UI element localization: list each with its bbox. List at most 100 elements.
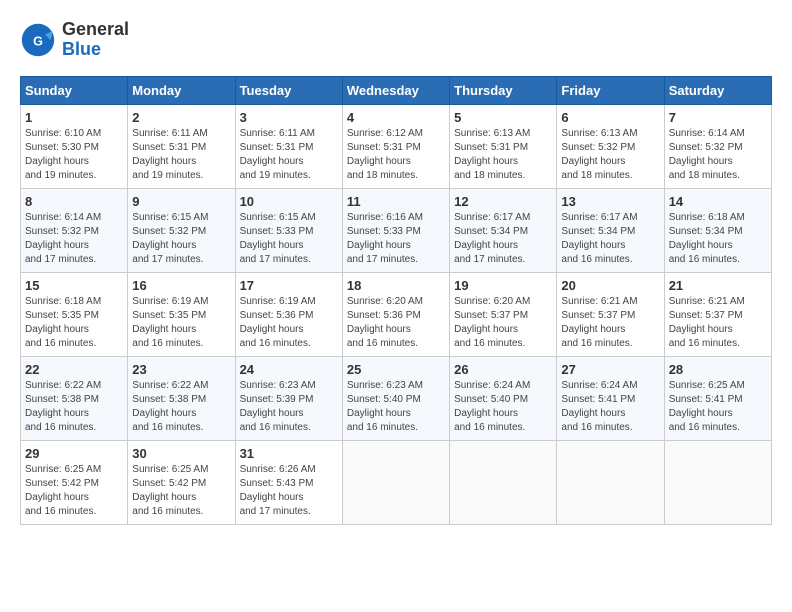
calendar-cell: 3 Sunrise: 6:11 AM Sunset: 5:31 PM Dayli… <box>235 104 342 188</box>
day-info: Sunrise: 6:10 AM Sunset: 5:30 PM Dayligh… <box>25 127 123 183</box>
day-number: 10 <box>240 194 338 209</box>
day-number: 11 <box>347 194 445 209</box>
calendar-cell: 27 Sunrise: 6:24 AM Sunset: 5:41 PM Dayl… <box>557 356 664 440</box>
calendar-cell <box>664 440 771 524</box>
calendar-cell <box>450 440 557 524</box>
calendar-cell: 10 Sunrise: 6:15 AM Sunset: 5:33 PM Dayl… <box>235 188 342 272</box>
calendar-cell: 17 Sunrise: 6:19 AM Sunset: 5:36 PM Dayl… <box>235 272 342 356</box>
day-number: 26 <box>454 362 552 377</box>
calendar-cell: 4 Sunrise: 6:12 AM Sunset: 5:31 PM Dayli… <box>342 104 449 188</box>
day-number: 14 <box>669 194 767 209</box>
day-number: 21 <box>669 278 767 293</box>
day-number: 24 <box>240 362 338 377</box>
calendar-cell: 25 Sunrise: 6:23 AM Sunset: 5:40 PM Dayl… <box>342 356 449 440</box>
day-info: Sunrise: 6:23 AM Sunset: 5:39 PM Dayligh… <box>240 379 338 435</box>
day-number: 8 <box>25 194 123 209</box>
calendar-cell: 9 Sunrise: 6:15 AM Sunset: 5:32 PM Dayli… <box>128 188 235 272</box>
day-info: Sunrise: 6:14 AM Sunset: 5:32 PM Dayligh… <box>25 211 123 267</box>
header: G General Blue <box>20 20 772 60</box>
calendar-cell: 7 Sunrise: 6:14 AM Sunset: 5:32 PM Dayli… <box>664 104 771 188</box>
day-info: Sunrise: 6:25 AM Sunset: 5:41 PM Dayligh… <box>669 379 767 435</box>
calendar-cell: 30 Sunrise: 6:25 AM Sunset: 5:42 PM Dayl… <box>128 440 235 524</box>
calendar-cell: 22 Sunrise: 6:22 AM Sunset: 5:38 PM Dayl… <box>21 356 128 440</box>
logo: G General Blue <box>20 20 129 60</box>
calendar-week-row: 1 Sunrise: 6:10 AM Sunset: 5:30 PM Dayli… <box>21 104 772 188</box>
day-info: Sunrise: 6:20 AM Sunset: 5:37 PM Dayligh… <box>454 295 552 351</box>
day-info: Sunrise: 6:23 AM Sunset: 5:40 PM Dayligh… <box>347 379 445 435</box>
calendar-cell: 26 Sunrise: 6:24 AM Sunset: 5:40 PM Dayl… <box>450 356 557 440</box>
day-info: Sunrise: 6:18 AM Sunset: 5:34 PM Dayligh… <box>669 211 767 267</box>
day-info: Sunrise: 6:12 AM Sunset: 5:31 PM Dayligh… <box>347 127 445 183</box>
day-number: 16 <box>132 278 230 293</box>
day-number: 28 <box>669 362 767 377</box>
calendar-cell: 29 Sunrise: 6:25 AM Sunset: 5:42 PM Dayl… <box>21 440 128 524</box>
logo-text: General Blue <box>62 20 129 60</box>
header-wednesday: Wednesday <box>342 76 449 104</box>
calendar-cell: 1 Sunrise: 6:10 AM Sunset: 5:30 PM Dayli… <box>21 104 128 188</box>
day-info: Sunrise: 6:20 AM Sunset: 5:36 PM Dayligh… <box>347 295 445 351</box>
calendar-cell: 28 Sunrise: 6:25 AM Sunset: 5:41 PM Dayl… <box>664 356 771 440</box>
day-number: 1 <box>25 110 123 125</box>
calendar-cell <box>342 440 449 524</box>
calendar-cell: 8 Sunrise: 6:14 AM Sunset: 5:32 PM Dayli… <box>21 188 128 272</box>
header-friday: Friday <box>557 76 664 104</box>
day-info: Sunrise: 6:21 AM Sunset: 5:37 PM Dayligh… <box>669 295 767 351</box>
day-number: 6 <box>561 110 659 125</box>
day-number: 17 <box>240 278 338 293</box>
calendar-cell: 21 Sunrise: 6:21 AM Sunset: 5:37 PM Dayl… <box>664 272 771 356</box>
header-saturday: Saturday <box>664 76 771 104</box>
day-info: Sunrise: 6:15 AM Sunset: 5:32 PM Dayligh… <box>132 211 230 267</box>
calendar-cell <box>557 440 664 524</box>
day-info: Sunrise: 6:22 AM Sunset: 5:38 PM Dayligh… <box>132 379 230 435</box>
calendar-table: SundayMondayTuesdayWednesdayThursdayFrid… <box>20 76 772 525</box>
day-info: Sunrise: 6:24 AM Sunset: 5:40 PM Dayligh… <box>454 379 552 435</box>
day-number: 12 <box>454 194 552 209</box>
day-number: 30 <box>132 446 230 461</box>
day-info: Sunrise: 6:18 AM Sunset: 5:35 PM Dayligh… <box>25 295 123 351</box>
calendar-cell: 31 Sunrise: 6:26 AM Sunset: 5:43 PM Dayl… <box>235 440 342 524</box>
day-number: 13 <box>561 194 659 209</box>
day-number: 31 <box>240 446 338 461</box>
calendar-cell: 2 Sunrise: 6:11 AM Sunset: 5:31 PM Dayli… <box>128 104 235 188</box>
calendar-cell: 11 Sunrise: 6:16 AM Sunset: 5:33 PM Dayl… <box>342 188 449 272</box>
day-number: 4 <box>347 110 445 125</box>
day-info: Sunrise: 6:15 AM Sunset: 5:33 PM Dayligh… <box>240 211 338 267</box>
header-tuesday: Tuesday <box>235 76 342 104</box>
day-info: Sunrise: 6:17 AM Sunset: 5:34 PM Dayligh… <box>561 211 659 267</box>
day-info: Sunrise: 6:25 AM Sunset: 5:42 PM Dayligh… <box>132 463 230 519</box>
day-number: 27 <box>561 362 659 377</box>
calendar-cell: 13 Sunrise: 6:17 AM Sunset: 5:34 PM Dayl… <box>557 188 664 272</box>
day-info: Sunrise: 6:25 AM Sunset: 5:42 PM Dayligh… <box>25 463 123 519</box>
svg-text:G: G <box>33 34 43 48</box>
day-number: 2 <box>132 110 230 125</box>
day-info: Sunrise: 6:19 AM Sunset: 5:36 PM Dayligh… <box>240 295 338 351</box>
calendar-cell: 16 Sunrise: 6:19 AM Sunset: 5:35 PM Dayl… <box>128 272 235 356</box>
day-info: Sunrise: 6:11 AM Sunset: 5:31 PM Dayligh… <box>240 127 338 183</box>
day-number: 3 <box>240 110 338 125</box>
day-number: 7 <box>669 110 767 125</box>
header-monday: Monday <box>128 76 235 104</box>
day-number: 25 <box>347 362 445 377</box>
day-number: 20 <box>561 278 659 293</box>
logo-icon: G <box>20 22 56 58</box>
day-number: 18 <box>347 278 445 293</box>
calendar-cell: 23 Sunrise: 6:22 AM Sunset: 5:38 PM Dayl… <box>128 356 235 440</box>
day-number: 23 <box>132 362 230 377</box>
day-info: Sunrise: 6:17 AM Sunset: 5:34 PM Dayligh… <box>454 211 552 267</box>
calendar-cell: 15 Sunrise: 6:18 AM Sunset: 5:35 PM Dayl… <box>21 272 128 356</box>
day-info: Sunrise: 6:22 AM Sunset: 5:38 PM Dayligh… <box>25 379 123 435</box>
calendar-cell: 19 Sunrise: 6:20 AM Sunset: 5:37 PM Dayl… <box>450 272 557 356</box>
calendar-cell: 24 Sunrise: 6:23 AM Sunset: 5:39 PM Dayl… <box>235 356 342 440</box>
day-info: Sunrise: 6:14 AM Sunset: 5:32 PM Dayligh… <box>669 127 767 183</box>
day-info: Sunrise: 6:16 AM Sunset: 5:33 PM Dayligh… <box>347 211 445 267</box>
calendar-cell: 20 Sunrise: 6:21 AM Sunset: 5:37 PM Dayl… <box>557 272 664 356</box>
calendar-week-row: 15 Sunrise: 6:18 AM Sunset: 5:35 PM Dayl… <box>21 272 772 356</box>
day-number: 15 <box>25 278 123 293</box>
header-thursday: Thursday <box>450 76 557 104</box>
calendar-cell: 5 Sunrise: 6:13 AM Sunset: 5:31 PM Dayli… <box>450 104 557 188</box>
day-info: Sunrise: 6:21 AM Sunset: 5:37 PM Dayligh… <box>561 295 659 351</box>
calendar-cell: 18 Sunrise: 6:20 AM Sunset: 5:36 PM Dayl… <box>342 272 449 356</box>
calendar-header-row: SundayMondayTuesdayWednesdayThursdayFrid… <box>21 76 772 104</box>
day-info: Sunrise: 6:11 AM Sunset: 5:31 PM Dayligh… <box>132 127 230 183</box>
calendar-week-row: 29 Sunrise: 6:25 AM Sunset: 5:42 PM Dayl… <box>21 440 772 524</box>
